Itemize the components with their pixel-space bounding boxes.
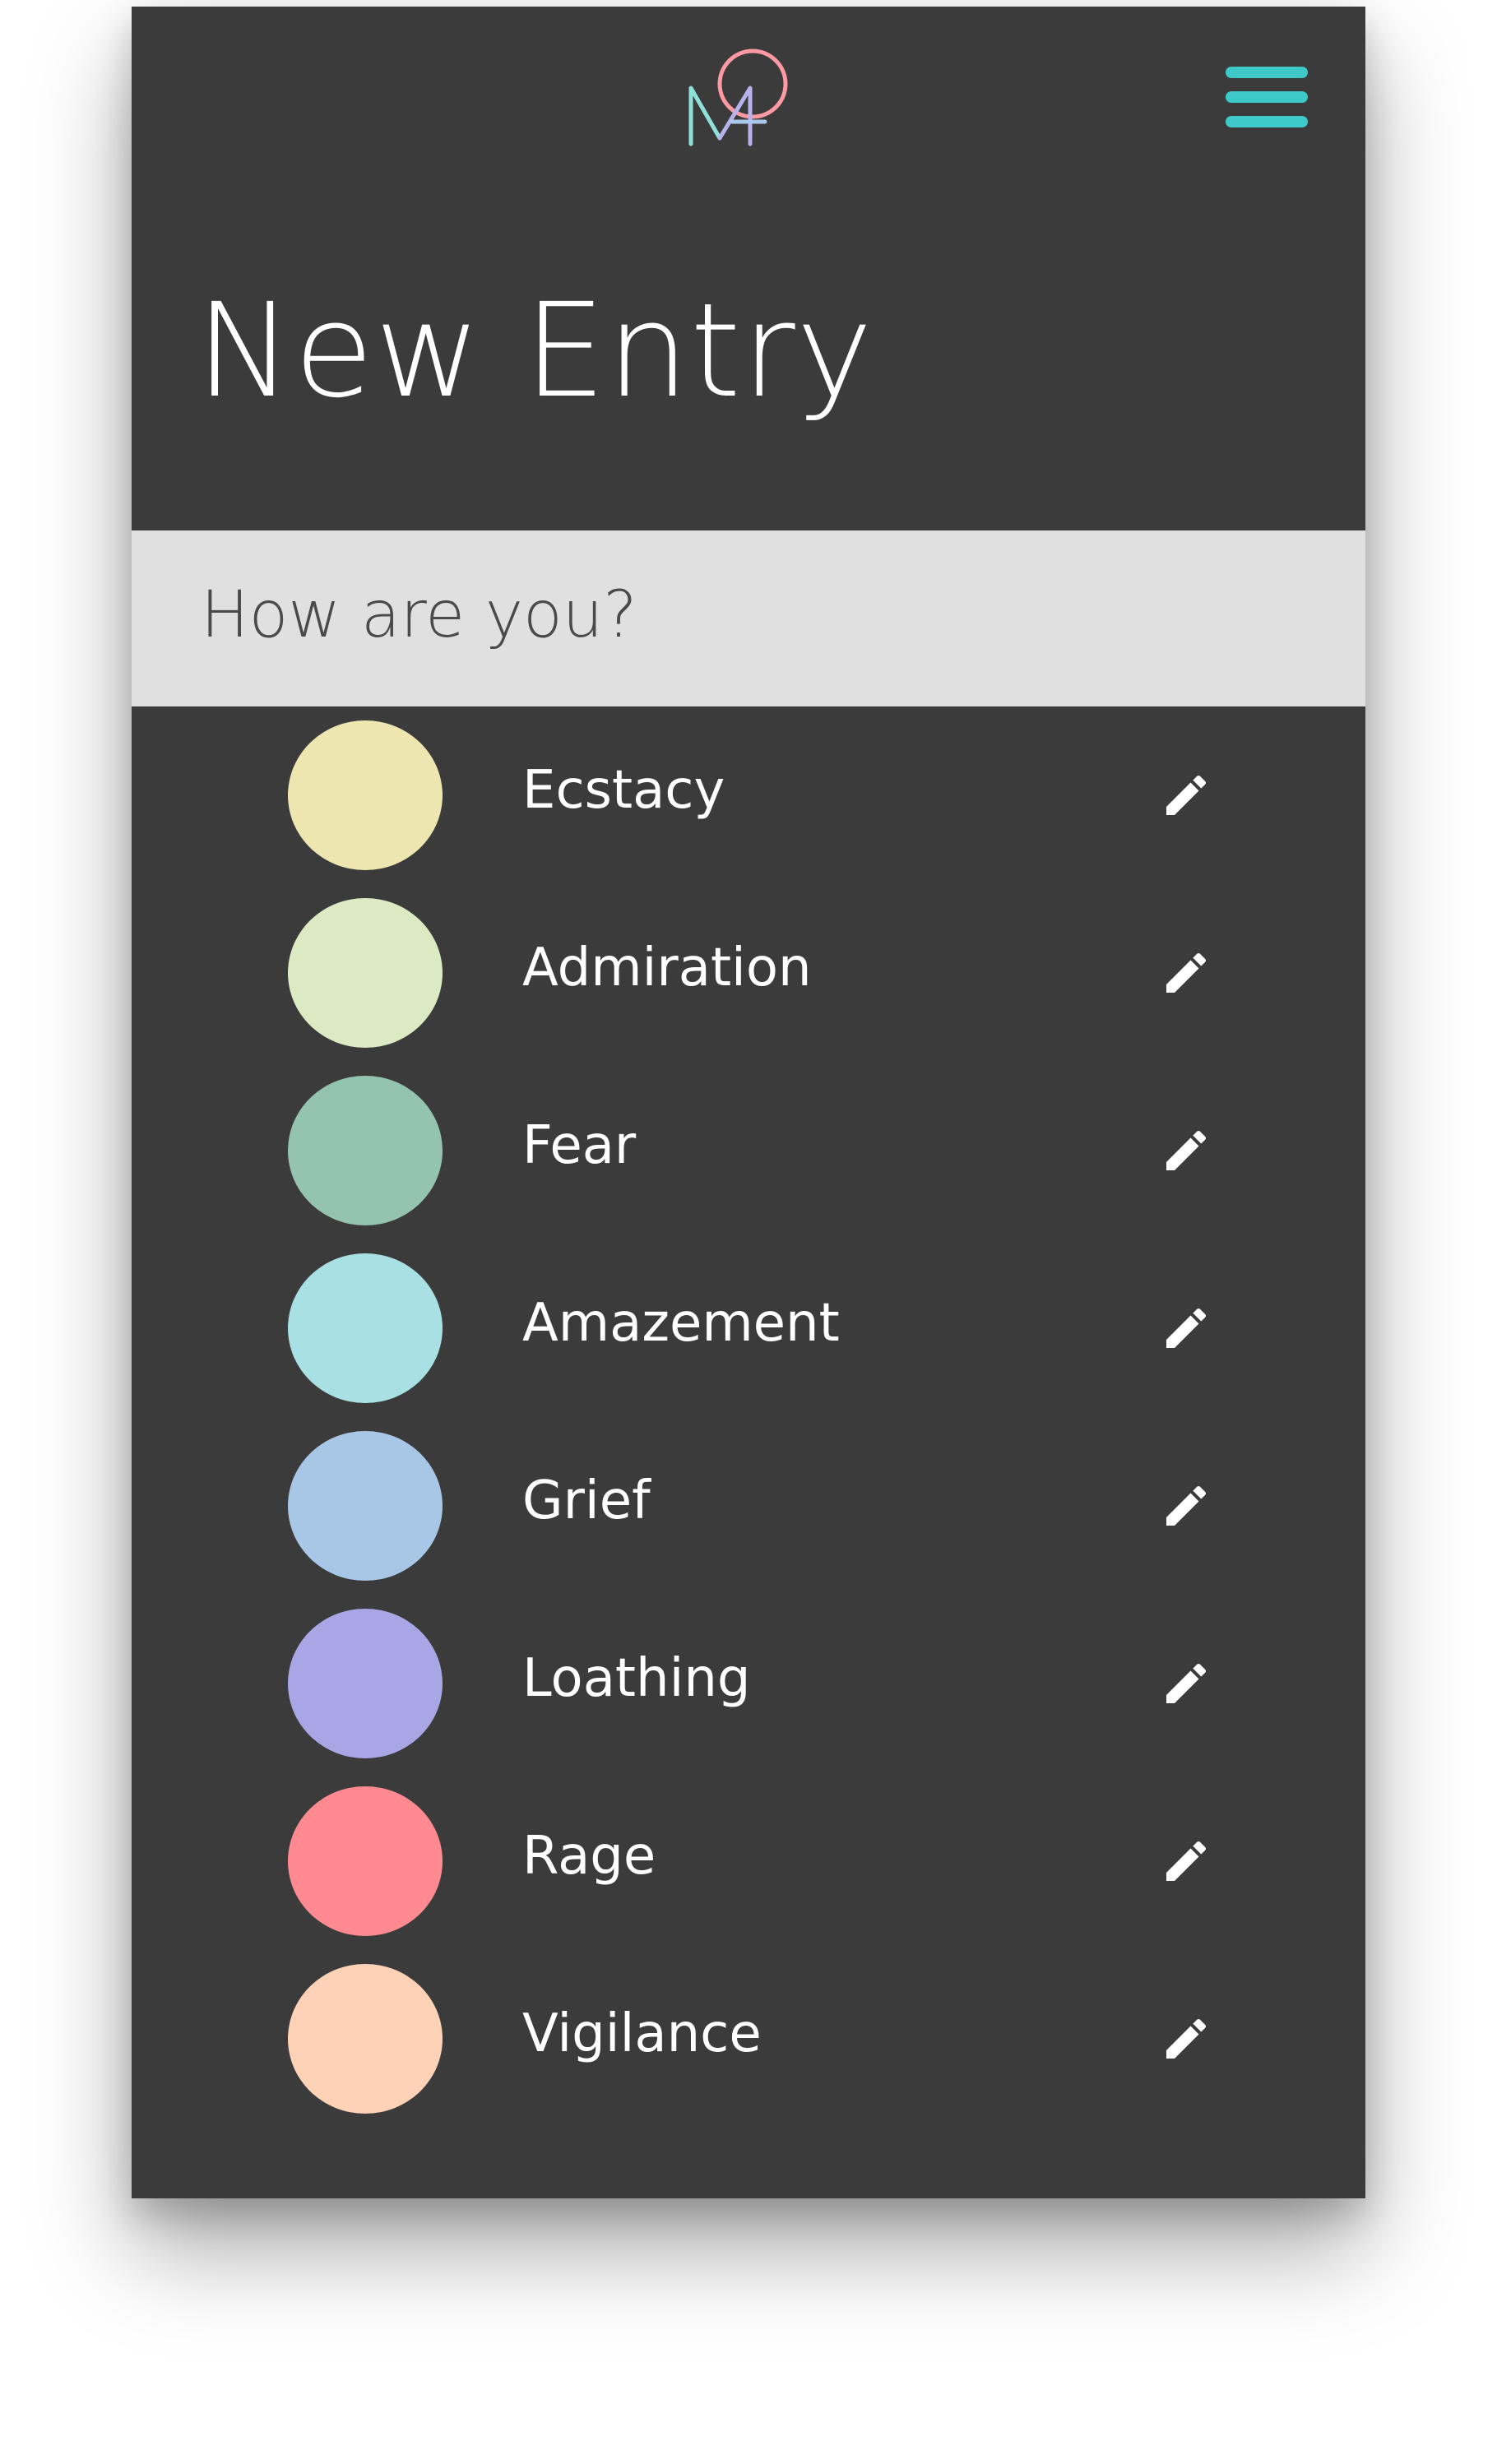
emotion-row-loathing[interactable]: Loathing [132, 1595, 1365, 1772]
app-screen: New Entry How are you? Ecstacy Admiratio… [132, 7, 1365, 2198]
emotion-row-amazement[interactable]: Amazement [132, 1239, 1365, 1417]
emotion-label: Grief [522, 1471, 651, 1531]
emotion-color-swatch[interactable] [288, 1786, 443, 1936]
menu-line [1226, 91, 1308, 103]
pencil-icon[interactable] [1160, 1124, 1212, 1177]
emotion-color-swatch[interactable] [288, 898, 443, 1048]
emotion-label: Ecstacy [522, 760, 725, 821]
mood-prompt-text: How are you? [201, 578, 637, 652]
emotion-color-swatch[interactable] [288, 720, 443, 870]
pencil-icon[interactable] [1160, 947, 1212, 999]
pencil-icon[interactable] [1160, 1302, 1212, 1355]
emotion-row-rage[interactable]: Rage [132, 1772, 1365, 1950]
emotion-label: Amazement [522, 1293, 840, 1354]
emotion-label: Loathing [522, 1648, 751, 1709]
mood-logo-icon[interactable] [683, 41, 806, 164]
emotion-row-ecstacy[interactable]: Ecstacy [132, 706, 1365, 884]
pencil-icon[interactable] [1160, 1657, 1212, 1710]
emotion-list: Ecstacy Admiration Fear Amazement Grief … [132, 706, 1365, 2198]
emotion-color-swatch[interactable] [288, 1076, 443, 1225]
emotion-color-swatch[interactable] [288, 1609, 443, 1758]
emotion-color-swatch[interactable] [288, 1964, 443, 2114]
emotion-row-fear[interactable]: Fear [132, 1062, 1365, 1239]
emotion-row-grief[interactable]: Grief [132, 1417, 1365, 1595]
pencil-icon[interactable] [1160, 769, 1212, 822]
menu-line [1226, 116, 1308, 127]
emotion-color-swatch[interactable] [288, 1253, 443, 1403]
mood-prompt-bar: How are you? [132, 530, 1365, 706]
emotion-label: Rage [522, 1826, 656, 1887]
emotion-label: Admiration [522, 938, 812, 998]
emotion-row-admiration[interactable]: Admiration [132, 884, 1365, 1062]
pencil-icon[interactable] [1160, 2012, 1212, 2065]
pencil-icon[interactable] [1160, 1835, 1212, 1887]
emotion-label: Vigilance [522, 2003, 762, 2064]
menu-line [1226, 67, 1308, 78]
page-title: New Entry [196, 276, 874, 427]
emotion-row-vigilance[interactable]: Vigilance [132, 1950, 1365, 2128]
pencil-icon[interactable] [1160, 1480, 1212, 1532]
app-header: New Entry [132, 7, 1365, 530]
emotion-label: Fear [522, 1115, 637, 1176]
emotion-color-swatch[interactable] [288, 1431, 443, 1581]
hamburger-menu-icon[interactable] [1226, 60, 1313, 134]
